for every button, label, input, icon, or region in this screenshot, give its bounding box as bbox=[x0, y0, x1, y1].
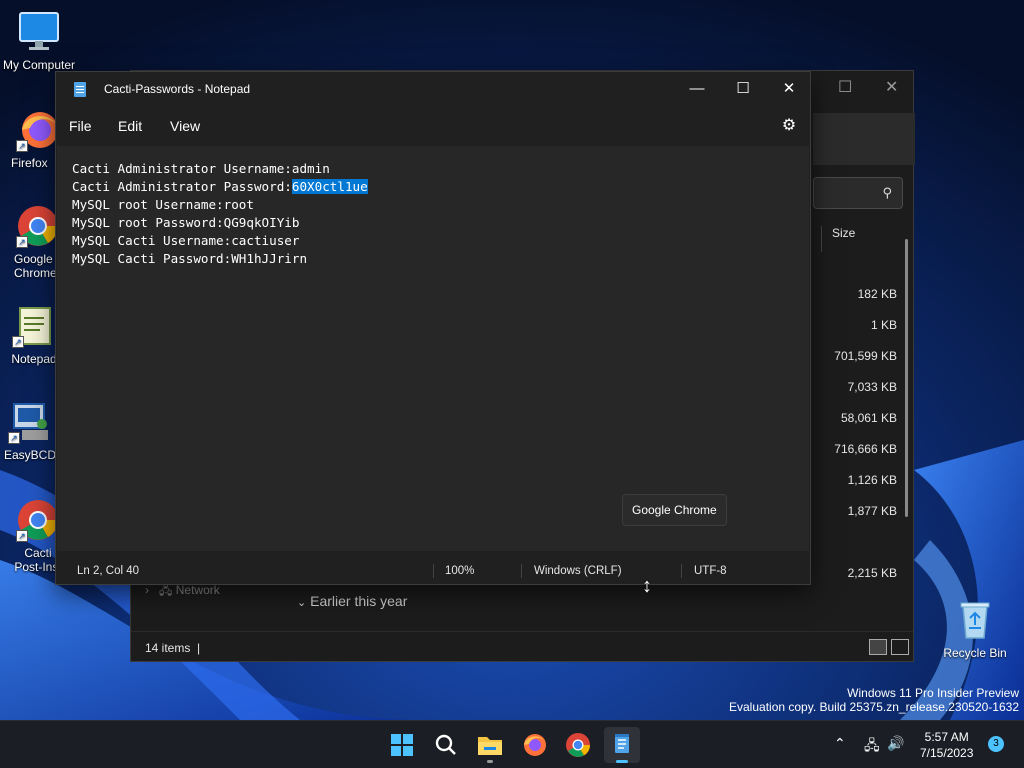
column-header-size[interactable]: Size bbox=[821, 226, 855, 252]
chrome-button[interactable] bbox=[560, 727, 596, 763]
chrome-icon: ↗ bbox=[16, 498, 60, 542]
menu-bar: File Edit View bbox=[56, 106, 810, 146]
search-icon bbox=[435, 734, 456, 755]
explorer-status-bar: 14 items | bbox=[131, 631, 913, 661]
chrome-icon bbox=[566, 733, 590, 757]
notepad-button[interactable] bbox=[604, 727, 640, 763]
clock[interactable]: 5:57 AM 7/15/2023 bbox=[920, 729, 973, 761]
running-indicator bbox=[616, 760, 628, 763]
desktop-icon-label: Recycle Bin bbox=[943, 646, 1007, 660]
status-bar: Ln 2, Col 40 100% Windows (CRLF) UTF-8 bbox=[57, 552, 809, 584]
volume-icon[interactable]: 🔊 bbox=[887, 735, 904, 752]
desktop-icon-recycle-bin[interactable]: Recycle Bin bbox=[935, 598, 1015, 660]
text-editor[interactable]: Cacti Administrator Username:admin Cacti… bbox=[57, 146, 809, 551]
group-header[interactable]: ⌄ Earlier this year bbox=[297, 593, 407, 609]
clock-time: 5:57 AM bbox=[924, 730, 969, 744]
minimize-button[interactable]: — bbox=[674, 72, 720, 106]
taskbar: ⌃ 🖧 🔊 5:57 AM 7/15/2023 3 bbox=[0, 720, 1024, 768]
vertical-scrollbar[interactable] bbox=[905, 239, 908, 517]
text-line: Cacti Administrator Password:60X0ctl1ue bbox=[72, 178, 368, 196]
close-button[interactable]: ✕ bbox=[766, 72, 812, 106]
search-button[interactable] bbox=[428, 727, 464, 763]
items-count-text: 14 items bbox=[145, 641, 191, 655]
shortcut-arrow-icon: ↗ bbox=[8, 432, 20, 444]
desktop-icon-label: My Computer bbox=[2, 58, 76, 72]
shortcut-arrow-icon: ↗ bbox=[16, 530, 28, 542]
file-size: 2,215 KB bbox=[847, 566, 897, 580]
network-icon: 🖧 bbox=[159, 583, 173, 597]
shortcut-arrow-icon: ↗ bbox=[16, 140, 28, 152]
folder-icon bbox=[478, 737, 502, 755]
search-input[interactable]: ⚲ bbox=[813, 177, 903, 209]
file-explorer-button[interactable] bbox=[472, 727, 508, 763]
maximize-button[interactable]: ☐ bbox=[838, 77, 852, 97]
clock-date: 7/15/2023 bbox=[920, 746, 974, 760]
chevron-right-icon: › bbox=[145, 583, 149, 597]
divider bbox=[433, 564, 434, 578]
notepad-icon: ↗ bbox=[12, 304, 56, 348]
chrome-icon: ↗ bbox=[16, 204, 60, 248]
notification-badge[interactable]: 3 bbox=[988, 736, 1004, 752]
running-indicator bbox=[487, 760, 493, 763]
chevron-up-icon[interactable]: ⌃ bbox=[834, 735, 846, 752]
items-count: 14 items | bbox=[145, 641, 201, 655]
taskbar-tooltip: Google Chrome bbox=[622, 494, 727, 526]
easybcd-icon: ↗ bbox=[8, 400, 52, 444]
large-icons-view-button[interactable] bbox=[891, 639, 909, 655]
menu-view[interactable]: View bbox=[170, 118, 200, 134]
line-ending[interactable]: Windows (CRLF) bbox=[534, 565, 622, 577]
shortcut-arrow-icon: ↗ bbox=[16, 236, 28, 248]
start-button[interactable] bbox=[384, 727, 420, 763]
watermark-line: Evaluation copy. Build 25375.zn_release.… bbox=[729, 700, 1019, 714]
file-size: 58,061 KB bbox=[840, 411, 897, 425]
menu-edit[interactable]: Edit bbox=[118, 118, 142, 134]
recycle-bin-icon bbox=[953, 598, 997, 642]
monitor-icon bbox=[17, 10, 61, 54]
resize-cursor-icon: ↕ bbox=[642, 575, 652, 597]
evaluation-watermark: Windows 11 Pro Insider Preview Evaluatio… bbox=[729, 686, 1019, 714]
file-size: 1 KB bbox=[870, 318, 897, 332]
file-size: 182 KB bbox=[857, 287, 897, 301]
watermark-line: Windows 11 Pro Insider Preview bbox=[847, 686, 1019, 700]
notepad-window[interactable]: Cacti-Passwords - Notepad — ☐ ✕ File Edi… bbox=[55, 71, 811, 585]
nav-item-label: Network bbox=[175, 583, 220, 597]
zoom-level[interactable]: 100% bbox=[445, 565, 474, 577]
network-icon[interactable]: 🖧 bbox=[864, 735, 880, 759]
notepad-icon bbox=[615, 734, 629, 753]
firefox-button[interactable] bbox=[516, 727, 552, 763]
file-size: 1,877 KB bbox=[847, 504, 897, 518]
file-size: 701,599 KB bbox=[834, 349, 897, 363]
settings-gear-icon[interactable]: ⚙ bbox=[780, 117, 798, 135]
window-title: Cacti-Passwords - Notepad bbox=[104, 82, 251, 96]
maximize-button[interactable]: ☐ bbox=[720, 72, 766, 106]
search-icon: ⚲ bbox=[882, 185, 892, 200]
menu-file[interactable]: File bbox=[69, 118, 92, 134]
text-line: Cacti Administrator Username:admin bbox=[72, 161, 330, 176]
selected-text: 60X0ctl1ue bbox=[291, 179, 368, 194]
firefox-icon: ↗ bbox=[16, 108, 60, 152]
file-size: 1,126 KB bbox=[847, 473, 897, 487]
title-bar[interactable]: Cacti-Passwords - Notepad — ☐ ✕ bbox=[56, 72, 810, 106]
text-line: MySQL root Username:root bbox=[72, 197, 254, 212]
chevron-down-icon: ⌄ bbox=[297, 597, 307, 609]
encoding[interactable]: UTF-8 bbox=[694, 565, 727, 577]
file-size: 7,033 KB bbox=[847, 380, 897, 394]
text-line: MySQL Cacti Username:cactiuser bbox=[72, 233, 300, 248]
close-button[interactable]: ✕ bbox=[885, 77, 898, 97]
desktop-icon-my-computer[interactable]: My Computer bbox=[0, 10, 79, 72]
details-view-button[interactable] bbox=[869, 639, 887, 655]
text-line: MySQL root Password:QG9qkOIYib bbox=[72, 215, 300, 230]
notepad-icon bbox=[74, 82, 86, 97]
file-size: 716,666 KB bbox=[834, 442, 897, 456]
explorer-toolbar bbox=[813, 113, 915, 165]
shortcut-arrow-icon: ↗ bbox=[12, 336, 24, 348]
text-line-prefix: Cacti Administrator Password: bbox=[72, 179, 292, 194]
divider bbox=[521, 564, 522, 578]
windows-logo-icon bbox=[391, 734, 413, 756]
cursor-position: Ln 2, Col 40 bbox=[77, 565, 140, 577]
firefox-icon bbox=[524, 734, 546, 756]
divider bbox=[681, 564, 682, 578]
group-header-label: Earlier this year bbox=[310, 593, 408, 609]
text-line: MySQL Cacti Password:WH1hJJrirn bbox=[72, 251, 308, 266]
